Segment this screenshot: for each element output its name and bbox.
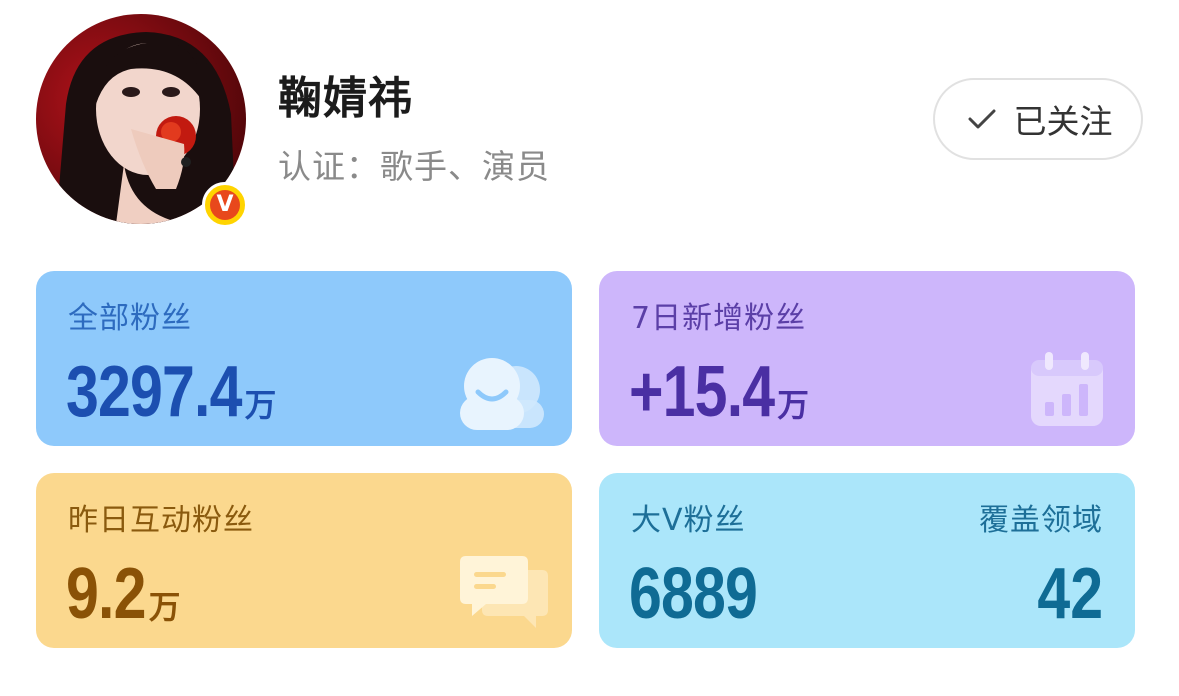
yesterday-interactive-fans-unit: 万: [148, 588, 181, 626]
total-fans-unit: 万: [244, 386, 277, 424]
bigv-fans-label: 大V粉丝: [631, 503, 746, 538]
yesterday-interactive-fans-label: 昨日互动粉丝: [68, 503, 254, 538]
total-fans-card[interactable]: 全部粉丝 3297.4 万: [36, 271, 572, 446]
total-fans-number: 3297.4: [66, 352, 242, 432]
bigv-fans-card[interactable]: 大V粉丝 覆盖领域 6889 42: [599, 473, 1135, 648]
bar-chart-calendar-icon: [1031, 352, 1103, 426]
coverage-domains-value: 42: [1037, 554, 1103, 634]
verified-v-icon: V: [210, 190, 240, 220]
week-new-fans-value: +15.4 万: [629, 356, 809, 428]
week-new-fans-label: 7日新增粉丝: [631, 301, 807, 336]
bigv-fans-value: 6889: [629, 554, 758, 634]
week-new-fans-card[interactable]: 7日新增粉丝 +15.4 万: [599, 271, 1135, 446]
follow-button[interactable]: 已关注: [933, 78, 1143, 160]
week-new-fans-unit: 万: [777, 386, 810, 424]
verification-text: 认证：歌手、演员: [278, 147, 550, 186]
total-fans-value: 3297.4 万: [66, 356, 276, 428]
users-icon: [460, 358, 544, 430]
coverage-domains-label: 覆盖领域: [979, 503, 1103, 538]
follow-button-label: 已关注: [1013, 102, 1113, 141]
week-new-fans-number: +15.4: [629, 352, 775, 432]
profile-name: 鞠婧祎: [278, 73, 413, 124]
verified-badge: V: [202, 182, 248, 228]
total-fans-label: 全部粉丝: [68, 301, 192, 336]
yesterday-interactive-fans-card[interactable]: 昨日互动粉丝 9.2 万: [36, 473, 572, 648]
yesterday-interactive-fans-number: 9.2: [66, 554, 146, 634]
yesterday-interactive-fans-value: 9.2 万: [66, 558, 180, 630]
check-icon: [968, 109, 995, 129]
chat-icon: [460, 556, 548, 628]
